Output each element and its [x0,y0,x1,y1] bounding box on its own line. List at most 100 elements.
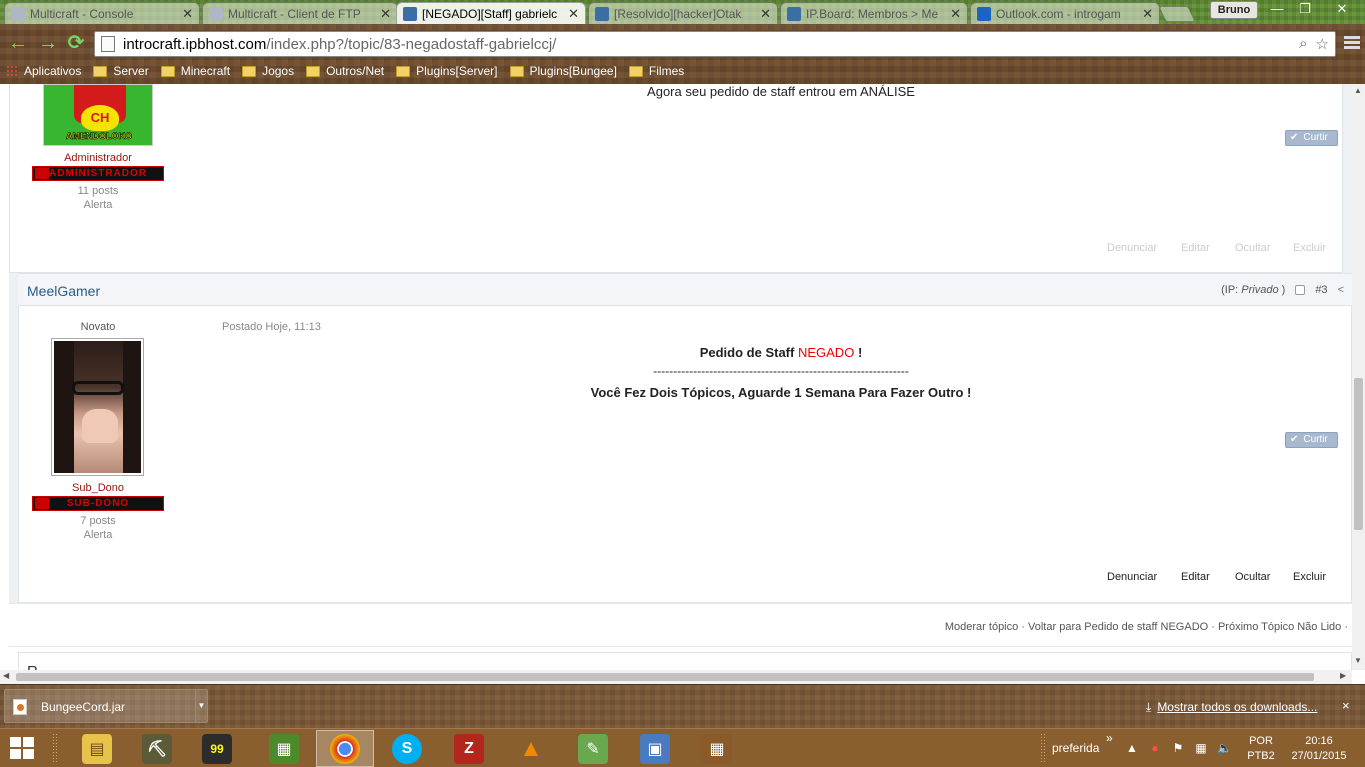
minecraft-grass-icon[interactable]: ▦ [255,730,313,767]
close-icon[interactable]: ✕ [568,6,579,22]
bookmark-label: Minecraft [180,64,231,78]
group-badge: SUB-DONO [32,496,164,511]
tab-resolvido-hacker[interactable]: [Resolvido][hacker]Otak ✕ [588,2,778,24]
taskbar-grip[interactable] [52,733,58,763]
toolbar-expand-icon[interactable]: » [1106,731,1113,767]
volume-icon[interactable]: 🔈 [1217,741,1232,755]
tab-multicraft-ftp[interactable]: Multicraft - Client de FTP ✕ [202,2,398,24]
share-icon[interactable]: < [1338,284,1344,296]
report-link[interactable]: Denunciar [1107,242,1157,254]
select-post-checkbox[interactable] [1295,285,1306,295]
hide-link[interactable]: Ocultar [1235,242,1270,254]
show-all-downloads-link[interactable]: ⤓ Mostrar todos os downloads... [1146,700,1317,715]
file-explorer-icon[interactable]: ▤ [68,730,126,767]
bookmark-folder-plugins-bungee[interactable]: Plugins[Bungee] [509,64,617,78]
author-link[interactable]: MeelGamer [27,283,100,299]
report-link[interactable]: Denunciar [1107,571,1157,583]
avatar[interactable]: CH AMENDOLOKO [43,84,153,146]
scroll-left-icon[interactable]: ◀ [3,671,9,680]
horizontal-scrollbar[interactable]: ◀ ▶ [0,670,1352,684]
menu-icon[interactable] [1344,36,1360,51]
close-icon[interactable]: ✕ [950,6,961,22]
input-language[interactable]: POR PTB2 [1244,734,1278,764]
filezilla-icon[interactable]: Z [440,730,498,767]
post-count: 11 posts [77,185,119,197]
tab-multicraft-console[interactable]: Multicraft - Console ✕ [4,2,200,24]
tray-toolbar-label[interactable]: preferida [1052,741,1099,767]
bookmark-star-icon[interactable]: ☆ [1316,35,1329,53]
chrome-icon[interactable] [316,730,374,767]
profile-button[interactable]: Bruno [1210,1,1258,19]
scroll-right-icon[interactable]: ▶ [1340,671,1346,680]
vlc-icon[interactable]: ▲ [502,730,560,767]
folder-icon [93,65,108,77]
scroll-down-icon[interactable]: ▼ [1354,656,1362,665]
hide-link[interactable]: Ocultar [1235,571,1270,583]
ipboard-icon [595,6,609,21]
avatar[interactable] [51,338,144,476]
forward-arrow-icon[interactable]: → [36,32,60,56]
delete-link[interactable]: Excluir [1293,242,1326,254]
like-button[interactable]: ✔ Curtir [1285,130,1338,146]
back-arrow-icon[interactable]: ← [6,32,30,56]
show-hidden-icons-icon[interactable]: ▲ [1125,741,1139,755]
download-item[interactable]: BungeeCord.jar ▼ [4,689,208,723]
bookmark-label: Outros/Net [326,64,385,78]
bookmark-folder-outros-net[interactable]: Outros/Net [306,64,384,78]
next-panel: R [18,652,1352,670]
bookmark-folder-minecraft[interactable]: Minecraft [160,64,231,78]
tab-negado-staff[interactable]: [NEGADO][Staff] gabrielc ✕ [396,2,586,24]
close-icon[interactable]: ✕ [182,6,193,22]
minecraft-launcher-icon[interactable]: ⛏ [128,730,186,767]
delete-link[interactable]: Excluir [1293,571,1326,583]
alert-link[interactable]: Alerta [28,529,168,541]
flag-icon[interactable]: ⚑ [1171,741,1185,755]
scroll-up-icon[interactable]: ▲ [1354,86,1362,95]
taskbar-grip[interactable] [1040,733,1046,763]
close-icon[interactable]: ✕ [760,6,771,22]
network-icon[interactable]: ▦ [1194,741,1208,755]
status-suffix: ! [857,345,863,360]
page-icon [209,6,223,21]
remote-desktop-icon[interactable]: ▣ [626,730,684,767]
bookmark-folder-plugins-server[interactable]: Plugins[Server] [396,64,498,78]
like-button[interactable]: ✔ Curtir [1285,432,1338,448]
tab-outlook[interactable]: Outlook.com - introgam ✕ [970,2,1160,24]
close-icon[interactable]: ✕ [1142,6,1153,22]
bookmark-folder-jogos[interactable]: Jogos [242,64,294,78]
cpu-monitor-icon[interactable]: 99 [188,730,246,767]
edit-link[interactable]: Editar [1181,571,1210,583]
skype-icon[interactable]: S [378,730,436,767]
ip-info: (IP: Privado ) [1221,284,1285,296]
security-alert-icon[interactable]: ● [1148,741,1162,755]
post-separator: ----------------------------------------… [653,364,909,378]
bookmark-folder-server[interactable]: Server [93,64,149,78]
moderation-links[interactable]: Moderar tópico · Voltar para Pedido de s… [945,621,1348,633]
windows-start-icon[interactable] [10,737,36,759]
reload-icon[interactable]: ⟳ [64,32,88,56]
search-icon[interactable]: ⌕ [1299,35,1307,53]
restore-icon[interactable]: ❐ [1290,0,1320,20]
minimize-icon[interactable]: — [1262,0,1292,20]
notepad-plus-icon[interactable]: ✎ [564,730,622,767]
chevron-down-icon[interactable]: ▼ [195,690,207,722]
post-number[interactable]: #3 [1315,284,1327,296]
close-icon[interactable]: ✕ [380,6,391,22]
bookmarks-bar: Aplicativos Server Minecraft Jogos Outro… [0,61,1365,81]
scrollbar-thumb[interactable] [16,673,1314,681]
status-negado: NEGADO [797,345,855,360]
close-icon[interactable]: × [1342,698,1350,713]
crafting-table-icon[interactable]: ▦ [688,730,746,767]
bookmark-label: Aplicativos [24,64,82,78]
alert-link[interactable]: Alerta [28,199,168,211]
vertical-scrollbar[interactable]: ▲ ▼ [1352,84,1365,670]
scrollbar-thumb[interactable] [1354,378,1363,530]
close-window-icon[interactable]: ✕ [1322,0,1362,20]
edit-link[interactable]: Editar [1181,242,1210,254]
tab-ipboard-members[interactable]: IP.Board: Membros > Me ✕ [780,2,968,24]
member-rank: Novato [80,321,116,333]
bookmark-folder-filmes[interactable]: Filmes [628,64,684,78]
bookmark-apps[interactable]: Aplicativos [6,64,81,78]
address-bar[interactable]: introcraft.ipbhost.com/index.php?/topic/… [94,31,1336,57]
system-clock[interactable]: 20:16 27/01/2015 [1284,734,1354,764]
